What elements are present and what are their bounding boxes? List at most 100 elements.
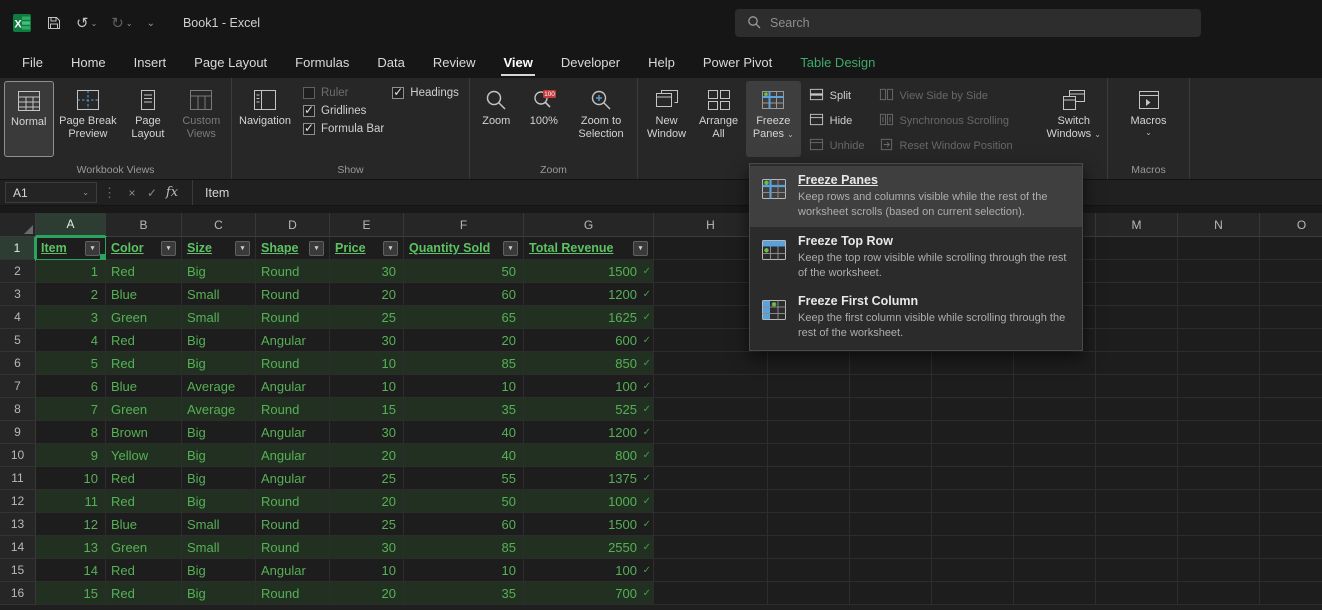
filter-button-color[interactable]: ▾ [161,241,176,256]
row-header-3[interactable]: 3 [0,283,36,306]
cell-A9[interactable]: 8 [36,421,106,444]
zoom-to-selection-button[interactable]: Zoom to Selection [569,81,633,157]
cell-C7[interactable]: Average [182,375,256,398]
cell-L15[interactable] [1014,559,1096,582]
cell-E15[interactable]: 10 [330,559,404,582]
tab-data[interactable]: Data [363,46,418,78]
row-header-14[interactable]: 14 [0,536,36,559]
cell-O15[interactable] [1260,559,1322,582]
tab-review[interactable]: Review [419,46,490,78]
zoom-button[interactable]: Zoom [474,81,519,157]
filter-button-shape[interactable]: ▾ [309,241,324,256]
row-header-7[interactable]: 7 [0,375,36,398]
cell-F12[interactable]: 50 [404,490,524,513]
cell-J10[interactable] [850,444,932,467]
cell-C3[interactable]: Small [182,283,256,306]
cell-G10[interactable]: 800✓ [524,444,654,467]
cell-N11[interactable] [1178,467,1260,490]
cell-F10[interactable]: 40 [404,444,524,467]
cell-J7[interactable] [850,375,932,398]
cell-K16[interactable] [932,582,1014,605]
cell-O1[interactable] [1260,237,1322,260]
cell-F13[interactable]: 60 [404,513,524,536]
cell-E5[interactable]: 30 [330,329,404,352]
cell-F2[interactable]: 50 [404,260,524,283]
cell-N1[interactable] [1178,237,1260,260]
freeze-panes-button[interactable]: Freeze Panes ⌄ [746,81,801,157]
cell-F6[interactable]: 85 [404,352,524,375]
synchronous-scrolling-button[interactable]: Synchronous Scrolling [875,111,1041,131]
cell-B12[interactable]: Red [106,490,182,513]
cell-M12[interactable] [1096,490,1178,513]
insert-function-icon[interactable]: fx [162,185,182,200]
cell-C4[interactable]: Small [182,306,256,329]
row-header-16[interactable]: 16 [0,582,36,605]
enter-icon[interactable]: ✓ [142,186,162,200]
select-all-button[interactable] [0,213,36,237]
cell-D13[interactable]: Round [256,513,330,536]
cell-B11[interactable]: Red [106,467,182,490]
cell-D5[interactable]: Angular [256,329,330,352]
row-header-12[interactable]: 12 [0,490,36,513]
cell-D11[interactable]: Angular [256,467,330,490]
cell-K10[interactable] [932,444,1014,467]
cell-H9[interactable] [654,421,768,444]
cell-I13[interactable] [768,513,850,536]
undo-icon[interactable]: ↺⌄ [76,14,97,32]
cell-C10[interactable]: Big [182,444,256,467]
cell-B2[interactable]: Red [106,260,182,283]
split-button[interactable]: Split [805,86,869,106]
cell-G16[interactable]: 700✓ [524,582,654,605]
cell-E14[interactable]: 30 [330,536,404,559]
cell-B6[interactable]: Red [106,352,182,375]
cell-K15[interactable] [932,559,1014,582]
menu-item-freeze-panes[interactable]: Freeze PanesKeep rows and columns visibl… [750,166,1082,227]
cell-G8[interactable]: 525✓ [524,398,654,421]
cell-L16[interactable] [1014,582,1096,605]
cell-H7[interactable] [654,375,768,398]
cell-C13[interactable]: Small [182,513,256,536]
cell-L12[interactable] [1014,490,1096,513]
cell-O6[interactable] [1260,352,1322,375]
tab-view[interactable]: View [489,46,546,78]
cell-K12[interactable] [932,490,1014,513]
cell-F1[interactable]: Quantity Sold▾ [404,237,524,260]
row-header-6[interactable]: 6 [0,352,36,375]
cell-A15[interactable]: 14 [36,559,106,582]
cell-I16[interactable] [768,582,850,605]
cell-G14[interactable]: 2550✓ [524,536,654,559]
macros-button[interactable]: Macros ⌄ [1117,81,1181,157]
cell-D9[interactable]: Angular [256,421,330,444]
cell-E12[interactable]: 20 [330,490,404,513]
cell-I7[interactable] [768,375,850,398]
tab-formulas[interactable]: Formulas [281,46,363,78]
column-header-M[interactable]: M [1096,213,1178,237]
headings-checkbox[interactable]: Headings [392,87,459,99]
cell-B4[interactable]: Green [106,306,182,329]
save-icon[interactable] [46,15,62,31]
cell-E16[interactable]: 20 [330,582,404,605]
cell-O3[interactable] [1260,283,1322,306]
cell-M6[interactable] [1096,352,1178,375]
cell-E4[interactable]: 25 [330,306,404,329]
cell-B15[interactable]: Red [106,559,182,582]
cell-A7[interactable]: 6 [36,375,106,398]
cell-O11[interactable] [1260,467,1322,490]
redo-icon[interactable]: ↻⌄ [111,14,132,32]
tab-help[interactable]: Help [634,46,689,78]
new-window-button[interactable]: New Window [642,81,691,157]
cell-I8[interactable] [768,398,850,421]
cell-M16[interactable] [1096,582,1178,605]
cell-C1[interactable]: Size▾ [182,237,256,260]
cell-G3[interactable]: 1200✓ [524,283,654,306]
cell-D10[interactable]: Angular [256,444,330,467]
cell-L14[interactable] [1014,536,1096,559]
cell-N13[interactable] [1178,513,1260,536]
cell-H6[interactable] [654,352,768,375]
cell-H15[interactable] [654,559,768,582]
row-header-1[interactable]: 1 [0,237,36,260]
column-header-D[interactable]: D [256,213,330,237]
cell-D4[interactable]: Round [256,306,330,329]
cell-N14[interactable] [1178,536,1260,559]
cell-I12[interactable] [768,490,850,513]
